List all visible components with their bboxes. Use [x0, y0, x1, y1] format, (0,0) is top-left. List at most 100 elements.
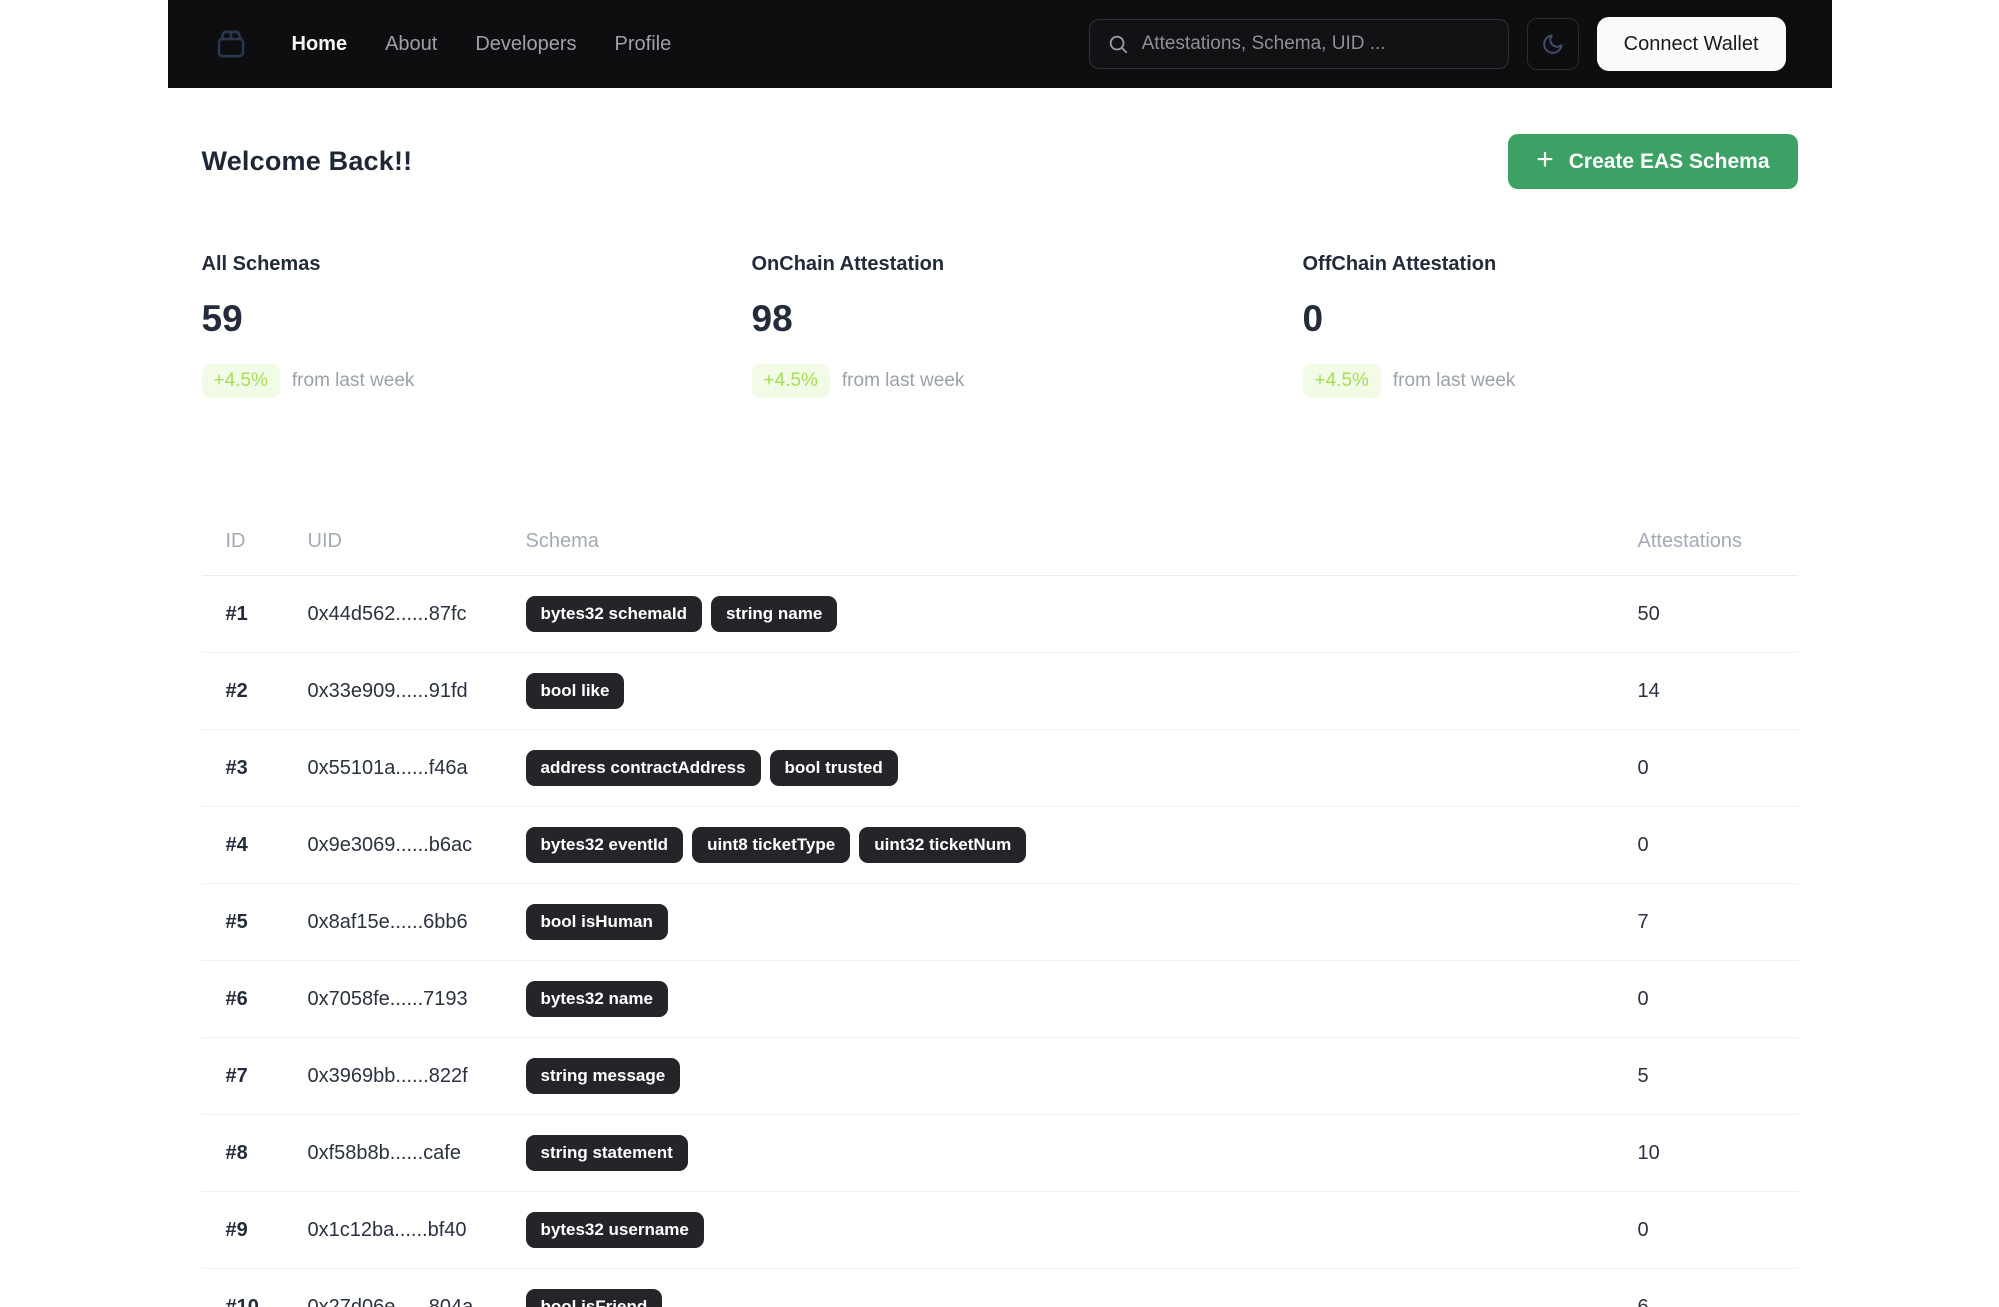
- row-schema-tags: string statement: [525, 1135, 1638, 1171]
- connect-wallet-button[interactable]: Connect Wallet: [1596, 17, 1786, 71]
- stat-delta-badge: +4.5%: [751, 364, 830, 398]
- stat-delta-note: from last week: [291, 370, 415, 391]
- schema-tag: uint32 ticketNum: [859, 827, 1027, 863]
- row-schema-tags: string message: [525, 1058, 1638, 1094]
- table-header-row: ID UID Schema Attestations: [201, 516, 1798, 576]
- stat-delta-note: from last week: [1392, 370, 1516, 391]
- schema-tag: bytes32 username: [525, 1212, 704, 1248]
- nav-link-about[interactable]: About: [385, 33, 437, 56]
- navbar: HomeAboutDevelopersProfile C: [167, 0, 1832, 88]
- navbar-left: Home About Developers Profile: [214, 27, 672, 61]
- stat-value: 59: [201, 298, 243, 339]
- stat-label: OnChain Attestation: [751, 253, 945, 275]
- stat-delta-row: +4.5% from last week: [1302, 364, 1798, 398]
- row-uid: 0x9e3069......b6ac: [307, 833, 473, 856]
- schema-tag: bytes32 name: [525, 981, 668, 1017]
- stat-card-1: OnChain Attestation 98 +4.5% from last week: [751, 253, 1303, 398]
- nav-link-home[interactable]: Home: [292, 33, 348, 56]
- nav-links: Home About Developers Profile: [292, 33, 672, 56]
- row-uid: 0x8af15e......6bb6: [307, 910, 468, 933]
- row-attestations: 10: [1637, 1141, 1660, 1164]
- search-icon: [1107, 33, 1129, 55]
- row-schema-tags: address contractAddress bool trusted: [525, 750, 1638, 786]
- navbar-right: Connect Wallet: [1088, 17, 1786, 71]
- stat-delta-badge: +4.5%: [201, 364, 280, 398]
- create-eas-schema-button[interactable]: + Create EAS Schema: [1508, 134, 1798, 189]
- nav-link-profile[interactable]: Profile: [615, 33, 672, 56]
- stat-card-0: All Schemas 59 +4.5% from last week: [201, 253, 752, 398]
- package-icon[interactable]: [214, 27, 248, 61]
- row-id: #6: [225, 987, 248, 1010]
- row-schema-tags: bool isHuman: [525, 904, 1638, 940]
- row-uid: 0x1c12ba......bf40: [307, 1218, 467, 1241]
- row-attestations: 0: [1637, 987, 1649, 1010]
- schema-tag: uint8 ticketType: [692, 827, 851, 863]
- schema-tag: bytes32 schemaId: [525, 596, 702, 632]
- table-row[interactable]: #7 0x3969bb......822f string message 5: [201, 1038, 1798, 1115]
- table-row[interactable]: #10 0x27d06e......804a bool isFriend 6: [202, 1269, 1798, 1307]
- stat-label: OffChain Attestation: [1302, 253, 1497, 275]
- row-attestations: 0: [1637, 1218, 1649, 1241]
- row-id: #5: [225, 910, 248, 933]
- row-attestations: 0: [1637, 756, 1649, 779]
- row-id: #4: [225, 833, 248, 856]
- row-id: #9: [225, 1218, 248, 1241]
- table-header-attestations: Attestations: [1637, 530, 1743, 552]
- row-attestations: 5: [1637, 1064, 1649, 1087]
- stat-delta-row: +4.5% from last week: [751, 364, 1303, 398]
- schema-tag: bool isFriend: [525, 1289, 663, 1307]
- row-attestations: 14: [1637, 679, 1660, 702]
- main-content: Welcome Back!! + Create EAS Schema All S…: [201, 134, 1798, 1307]
- stats-row: All Schemas 59 +4.5% from last week OnChain …: [201, 253, 1798, 398]
- stat-delta-badge: +4.5%: [1302, 364, 1381, 398]
- row-id: #8: [225, 1141, 248, 1164]
- row-attestations: 50: [1637, 602, 1660, 625]
- app-viewport: HomeAboutDevelopersProfile C: [0, 0, 1999, 1307]
- row-attestations: 6: [1637, 1295, 1649, 1307]
- table-header-schema: Schema: [525, 530, 599, 552]
- row-schema-tags: bytes32 username: [525, 1212, 1638, 1248]
- schema-tag: address contractAddress: [525, 750, 761, 786]
- schema-tag: bool trusted: [769, 750, 898, 786]
- schema-tag: string statement: [525, 1135, 688, 1171]
- nav-link-developers[interactable]: Developers: [475, 33, 576, 56]
- table-row[interactable]: #3 0x55101a......f46a address contractAddr…: [201, 730, 1798, 807]
- stat-delta-note: from last week: [841, 370, 965, 391]
- theme-toggle-button[interactable]: [1526, 18, 1579, 70]
- row-attestations: 7: [1637, 910, 1649, 933]
- table-row[interactable]: #2 0x33e909......91fd bool like 14: [201, 653, 1798, 730]
- moon-icon: [1541, 32, 1565, 56]
- row-uid: 0xf58b8b......cafe: [307, 1141, 461, 1164]
- search-input[interactable]: [1141, 33, 1491, 55]
- table-body: #1 0x44d562......87fc bytes32 schemaId stri…: [201, 576, 1798, 1307]
- schema-tag: bytes32 eventId: [525, 827, 684, 863]
- row-uid: 0x33e909......91fd: [307, 679, 468, 702]
- table-row[interactable]: #8 0xf58b8b......cafe string statement 10: [201, 1115, 1798, 1192]
- table-header-uid: UID: [307, 530, 342, 552]
- stat-label: All Schemas: [201, 253, 321, 275]
- table-row[interactable]: #1 0x44d562......87fc bytes32 schemaId stri…: [201, 576, 1798, 653]
- welcome-row: Welcome Back!! + Create EAS Schema: [202, 134, 1798, 189]
- row-uid: 0x44d562......87fc: [307, 602, 467, 625]
- row-id: #10: [225, 1295, 259, 1307]
- table-header-id: ID: [225, 530, 246, 552]
- row-id: #2: [225, 679, 248, 702]
- plus-icon: +: [1536, 143, 1554, 176]
- schema-tag: string name: [710, 596, 838, 632]
- row-schema-tags: bytes32 name: [525, 981, 1638, 1017]
- search-box: [1088, 19, 1509, 69]
- schema-tag: bool like: [525, 673, 625, 709]
- row-uid: 0x55101a......f46a: [307, 756, 468, 779]
- table-row[interactable]: #9 0x1c12ba......bf40 bytes32 username 0: [201, 1192, 1798, 1269]
- table-row[interactable]: #4 0x9e3069......b6ac bytes32 eventId uint8…: [201, 807, 1798, 884]
- row-schema-tags: bytes32 schemaId string name: [525, 596, 1638, 632]
- table-row[interactable]: #5 0x8af15e......6bb6 bool isHuman 7: [201, 884, 1798, 961]
- schema-tag: bool isHuman: [525, 904, 668, 940]
- table-row[interactable]: #6 0x7058fe......7193 bytes32 name 0: [201, 961, 1798, 1038]
- row-uid: 0x3969bb......822f: [307, 1064, 468, 1087]
- row-uid: 0x27d06e......804a: [307, 1295, 474, 1307]
- stat-value: 98: [751, 298, 793, 339]
- stat-value: 0: [1302, 298, 1324, 339]
- row-id: #7: [225, 1064, 248, 1087]
- row-schema-tags: bool like: [525, 673, 1638, 709]
